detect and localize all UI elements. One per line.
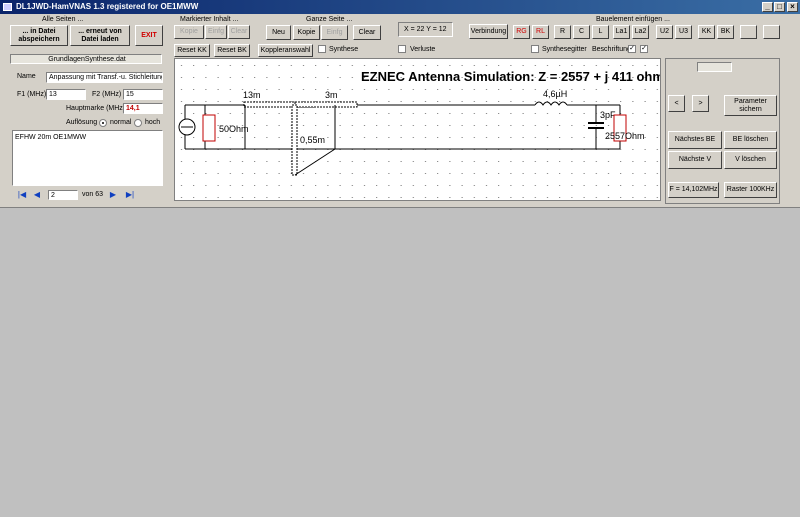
synthese-checkbox[interactable] [318, 45, 326, 53]
last-page-icon[interactable]: ▶| [124, 190, 136, 200]
aufloesung-label: Auflösung [66, 119, 98, 126]
insert-c-button[interactable]: C [573, 25, 590, 39]
prev-page-icon[interactable]: ◀ [32, 190, 42, 200]
delete-connection-button[interactable]: V löschen [724, 151, 777, 169]
readout-box [697, 62, 732, 72]
f1-label: F1 (MHz) [17, 91, 47, 98]
schematic-title: EZNEC Antenna Simulation: Z = 2557 + j 4… [361, 69, 660, 84]
beschriftung-label: Beschriftung [592, 46, 631, 53]
frequency-display[interactable]: F = 14,102MHz [668, 182, 719, 198]
save-file-button[interactable]: ... in Datei abspeichern [10, 25, 68, 46]
load-resistor-label: 2557Ohm [605, 131, 645, 141]
next-element-button[interactable]: > [692, 95, 709, 112]
mark-insert-button[interactable]: Einfg [205, 25, 227, 39]
stub-label: 0,55m [300, 135, 325, 145]
insert-kk-button[interactable]: KK [698, 25, 715, 39]
prev-element-button[interactable]: < [668, 95, 685, 112]
f1-input[interactable]: 13 [46, 89, 86, 100]
connection-button[interactable]: Verbindung [469, 24, 508, 39]
insert-blank1-button[interactable] [740, 25, 757, 39]
notes-textarea[interactable]: EFHW 20m OE1MWW [12, 130, 163, 186]
hauptmarke-input[interactable]: 14,1 [123, 103, 163, 114]
insert-u2-button[interactable]: U2 [656, 25, 673, 39]
hoch-radio[interactable] [134, 119, 142, 127]
first-page-icon[interactable]: |◀ [17, 190, 27, 200]
name-input[interactable]: Anpassung mit Transf.-u. Stichleitung [46, 72, 163, 83]
close-button[interactable]: × [787, 2, 798, 12]
page-copy-button[interactable]: Kopie [293, 25, 320, 40]
page-insert-button[interactable]: Einfg [321, 25, 348, 40]
f2-input[interactable]: 15 [123, 89, 163, 100]
coupler-select-button[interactable]: Koppleranswahl [258, 44, 313, 57]
schematic-svg: EZNEC Antenna Simulation: Z = 2557 + j 4… [175, 59, 664, 200]
app-icon [3, 3, 12, 11]
next-connection-button[interactable]: Nächste V [668, 151, 722, 169]
normal-radio[interactable] [99, 119, 107, 127]
inductor-label: 4,6µH [543, 89, 567, 99]
maximize-button[interactable]: □ [774, 2, 785, 12]
insert-rl-button[interactable]: RL [532, 25, 549, 39]
name-label: Name [17, 73, 36, 80]
hauptmarke-label: Hauptmarke (MHz) [66, 105, 126, 112]
raster-display[interactable]: Raster 100KHz [724, 182, 777, 198]
page-count-label: von 63 [82, 191, 104, 198]
save-parameters-button[interactable]: Parameter sichern [724, 95, 777, 116]
hoch-radio-label: hoch [145, 119, 161, 126]
markiert-header: Markierter Inhalt ... [180, 16, 239, 23]
line2-label: 3m [325, 90, 338, 100]
ganze-header: Ganze Seite ... [306, 16, 353, 23]
bauelement-header: Bauelement einfügen ... [596, 16, 670, 23]
mark-copy-button[interactable]: Kopie [174, 25, 204, 39]
page-clear-button[interactable]: Clear [353, 25, 381, 40]
exit-button[interactable]: EXIT [135, 25, 163, 46]
next-page-icon[interactable]: ▶ [108, 190, 118, 200]
insert-la2-button[interactable]: La2 [632, 25, 649, 39]
alle-seiten-header: Alle Seiten ... [42, 16, 84, 23]
page-new-button[interactable]: Neu [266, 25, 291, 40]
synthese-label: Synthese [329, 46, 359, 53]
normal-radio-label: normal [110, 119, 132, 126]
f2-label: F2 (MHz) [92, 91, 122, 98]
schematic-canvas[interactable]: EZNEC Antenna Simulation: Z = 2557 + j 4… [174, 58, 664, 201]
page-number-input[interactable]: 2 [48, 190, 78, 200]
verluste-label: Verluste [410, 46, 436, 53]
file-name-label: GrundlagenSynthese.dat [10, 54, 162, 64]
insert-l-button[interactable]: L [592, 25, 609, 39]
insert-r-button[interactable]: R [554, 25, 571, 39]
source-resistor-label: 50Ohm [219, 124, 249, 134]
cursor-coordinates: X = 22 Y = 12 [398, 22, 453, 37]
minimize-button[interactable]: _ [762, 2, 773, 12]
insert-la1-button[interactable]: La1 [613, 25, 630, 39]
verluste-checkbox[interactable] [398, 45, 406, 53]
next-component-button[interactable]: Nächstes BE [668, 131, 722, 149]
insert-bk-button[interactable]: BK [717, 25, 734, 39]
reset-bk-button[interactable]: Reset BK [214, 44, 250, 57]
beschriftung-checkbox-2[interactable]: ✓ [640, 45, 648, 53]
title-bar: DL1JWD-HamVNAS 1.3 registered for OE1MWW [0, 0, 800, 14]
synthesegitter-label: Synthesegitter [542, 46, 587, 53]
line1-label: 13m [243, 90, 261, 100]
insert-blank2-button[interactable] [763, 25, 780, 39]
synthesegitter-checkbox[interactable] [531, 45, 539, 53]
beschriftung-checkbox-1[interactable]: ✓ [628, 45, 636, 53]
insert-rg-button[interactable]: RG [513, 25, 530, 39]
reset-kk-button[interactable]: Reset KK [174, 44, 210, 57]
reload-file-button[interactable]: ... erneut von Datei laden [70, 25, 130, 46]
insert-u3-button[interactable]: U3 [675, 25, 692, 39]
mark-clear-button[interactable]: Clear [228, 25, 250, 39]
delete-component-button[interactable]: BE löschen [724, 131, 777, 149]
window-title: DL1JWD-HamVNAS 1.3 registered for OE1MWW [16, 2, 199, 11]
